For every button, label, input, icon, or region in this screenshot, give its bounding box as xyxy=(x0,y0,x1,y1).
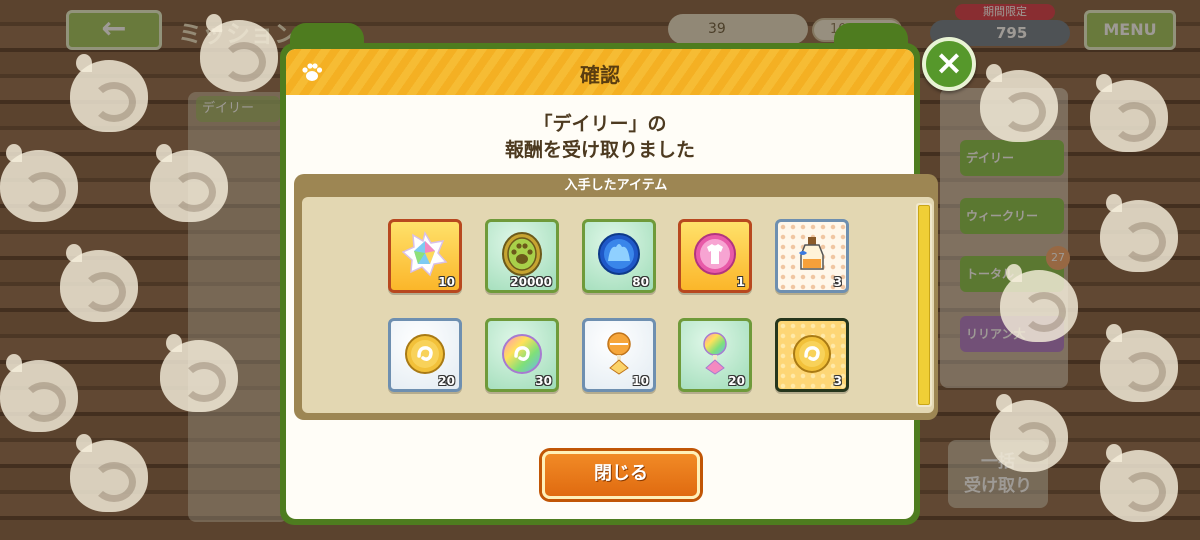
reward-item[interactable]: 20 xyxy=(388,318,462,392)
reward-item[interactable]: 10 xyxy=(582,318,656,392)
reward-item[interactable]: 3 xyxy=(775,318,849,392)
orange-candy-icon xyxy=(607,332,631,375)
paw-coin-icon xyxy=(502,232,542,276)
rainbow-crystal-icon xyxy=(402,231,448,277)
item-count: 10 xyxy=(438,275,455,289)
reward-item[interactable]: 1 xyxy=(678,219,752,293)
item-count: 10 xyxy=(632,374,649,388)
item-count: 20000 xyxy=(510,275,552,289)
item-count: 20 xyxy=(728,374,745,388)
message-line-2: 報酬を受け取りました xyxy=(504,139,695,161)
close-x-button[interactable]: × xyxy=(922,37,976,91)
items-panel-title: 入手したアイテム xyxy=(564,178,668,193)
reward-item[interactable]: 10 xyxy=(388,219,462,293)
items-scrollbar[interactable] xyxy=(916,203,932,407)
item-count: 30 xyxy=(535,374,552,388)
dialog-header: 確認 xyxy=(286,49,914,95)
reward-item[interactable]: 30 xyxy=(485,318,559,392)
pink-shirt-medal-icon xyxy=(694,233,736,275)
reward-message: 「デイリー」の 報酬を受け取りました xyxy=(286,111,914,163)
scroll-thumb[interactable] xyxy=(918,205,930,405)
dialog-title: 確認 xyxy=(580,63,620,87)
close-button[interactable]: 閉じる xyxy=(542,451,700,499)
item-count: 1 xyxy=(736,275,745,289)
reward-item[interactable]: 80 xyxy=(582,219,656,293)
rainbow-candy-icon xyxy=(703,332,727,375)
gold-swirl-coin-icon xyxy=(405,334,445,374)
message-line-1: 「デイリー」の xyxy=(533,113,667,135)
gold-swirl-coin-icon xyxy=(793,335,831,373)
item-count: 80 xyxy=(632,275,649,289)
potion-bottle-icon xyxy=(799,237,824,270)
rainbow-swirl-coin-icon xyxy=(502,334,542,374)
reward-item[interactable]: 20 xyxy=(678,318,752,392)
item-count: 3 xyxy=(833,275,842,289)
item-count: 20 xyxy=(438,374,455,388)
reward-item[interactable]: 20000 xyxy=(485,219,559,293)
item-count: 3 xyxy=(833,374,842,388)
reward-item[interactable]: 3 xyxy=(775,219,849,293)
blue-paw-medal-icon xyxy=(598,233,640,275)
